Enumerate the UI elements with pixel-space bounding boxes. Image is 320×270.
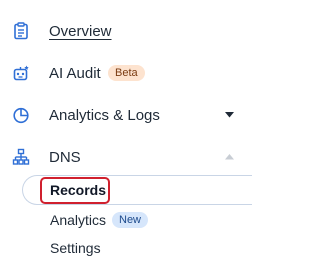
- nav-item-label: AI Audit: [49, 64, 101, 82]
- beta-badge: Beta: [108, 65, 145, 81]
- pie-chart-icon: [12, 106, 30, 124]
- nav-item-dns[interactable]: DNS: [0, 139, 240, 175]
- new-badge: New: [112, 212, 149, 228]
- sidebar-nav: Overview AI Audit Beta Analytics & Logs: [0, 0, 252, 270]
- network-icon: [12, 148, 30, 166]
- nav-item-label: Overview: [49, 22, 112, 40]
- sub-item-label: Analytics: [50, 212, 107, 228]
- nav-item-label: Analytics & Logs: [49, 106, 160, 124]
- sub-item-label: Settings: [50, 240, 101, 256]
- chevron-down-icon[interactable]: [224, 110, 234, 120]
- nav-item-overview[interactable]: Overview: [0, 13, 240, 49]
- clipboard-icon: [12, 22, 30, 40]
- chevron-up-icon[interactable]: [224, 152, 234, 162]
- sub-item-records[interactable]: Records: [0, 173, 240, 207]
- nav-item-label: DNS: [49, 148, 81, 166]
- sub-item-settings[interactable]: Settings: [0, 231, 240, 265]
- records-highlight-box: [40, 177, 110, 204]
- nav-item-analytics-logs[interactable]: Analytics & Logs: [0, 97, 240, 133]
- robot-icon: [12, 64, 30, 82]
- nav-item-ai-audit[interactable]: AI Audit Beta: [0, 55, 240, 91]
